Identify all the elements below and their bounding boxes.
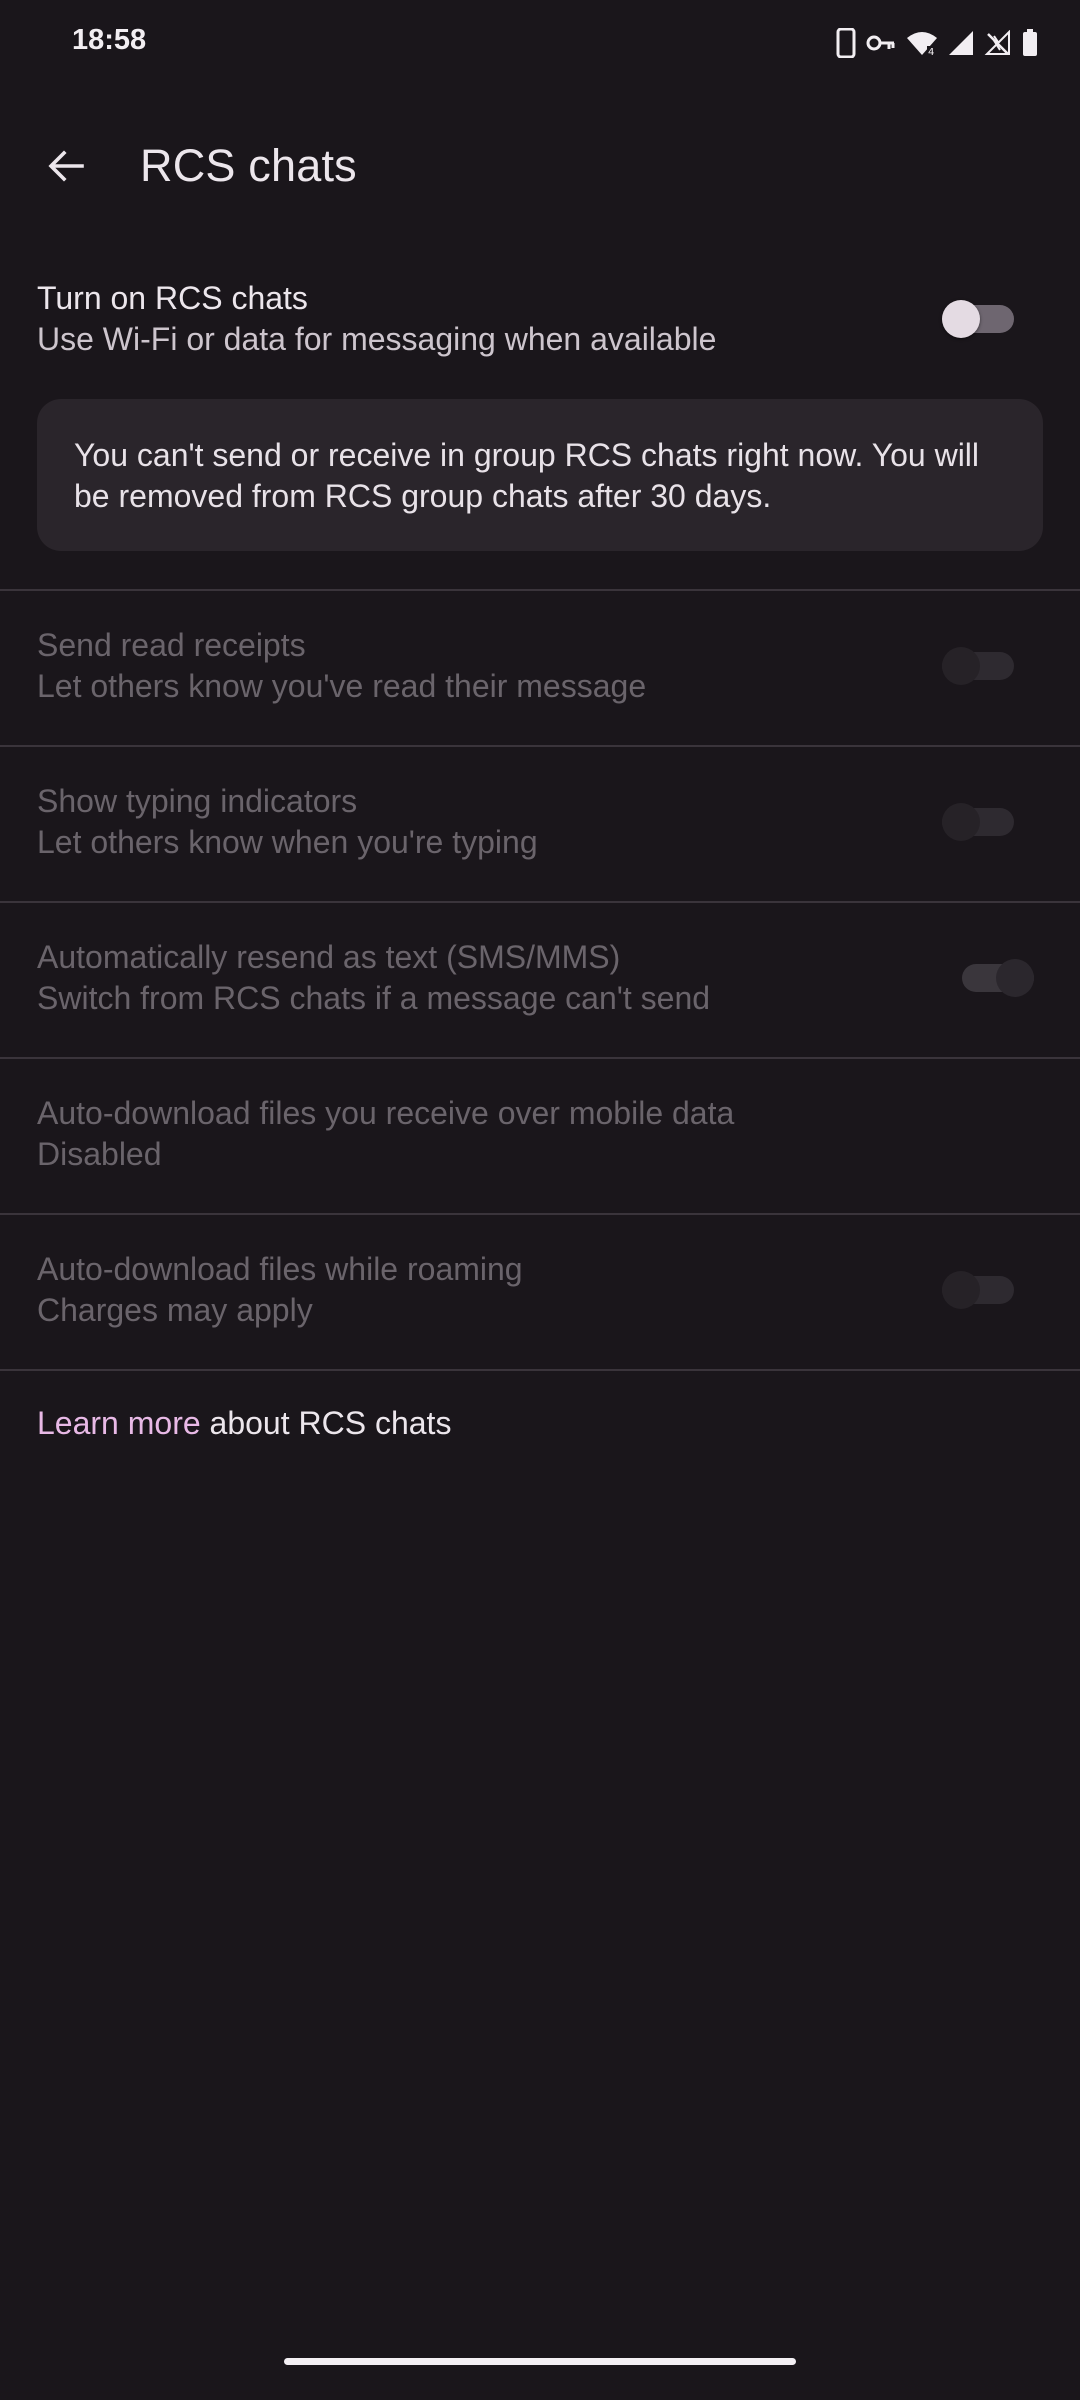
status-icons: 4 [836,26,1038,60]
svg-text:4: 4 [928,47,934,56]
setting-subtitle: Disabled [37,1136,162,1172]
divider [0,901,1080,903]
toggle-thumb [942,300,980,338]
setting-subtitle: Let others know you've read their messag… [37,668,647,704]
arrow-back-icon [46,146,86,191]
vpn-key-icon [866,33,896,53]
back-button[interactable] [28,130,104,206]
page-title: RCS chats [140,140,357,191]
toggle-thumb [942,647,980,685]
toggle-thumb [942,803,980,841]
divider [0,589,1080,591]
setting-title: Show typing indicators [37,783,358,819]
learn-more-text: Learn more about RCS chats [37,1405,451,1442]
no-signal-icon [984,30,1012,56]
roaming-toggle[interactable] [942,1271,1014,1309]
battery-icon [1022,29,1038,57]
setting-subtitle: Let others know when you're typing [37,824,538,860]
setting-turn-on-rcs[interactable]: Turn on RCS chats Use Wi-Fi or data for … [0,270,1080,376]
status-time: 18:58 [72,24,147,56]
auto-resend-toggle[interactable] [962,959,1034,997]
setting-subtitle: Use Wi-Fi or data for messaging when ava… [37,321,717,357]
setting-title: Turn on RCS chats [37,280,308,316]
setting-typing-indicators[interactable]: Show typing indicators Let others know w… [0,756,1080,901]
toggle-thumb [942,1271,980,1309]
app-bar: RCS chats [0,120,1080,216]
divider [0,1369,1080,1371]
divider [0,1057,1080,1059]
wifi-icon: 4 [906,30,938,56]
setting-subtitle: Switch from RCS chats if a message can't… [37,980,711,1016]
setting-auto-resend[interactable]: Automatically resend as text (SMS/MMS) S… [0,912,1080,1057]
setting-title: Auto-download files while roaming [37,1251,523,1287]
info-card: You can't send or receive in group RCS c… [37,399,1043,551]
screen: 18:58 4 RCS chats Turn on RCS chats Use … [0,0,1080,2400]
divider [0,745,1080,747]
divider [0,1213,1080,1215]
info-text: You can't send or receive in group RCS c… [74,437,980,514]
setting-title: Automatically resend as text (SMS/MMS) [37,939,621,975]
setting-read-receipts[interactable]: Send read receipts Let others know you'v… [0,600,1080,745]
setting-subtitle: Charges may apply [37,1292,313,1328]
typing-indicators-toggle[interactable] [942,803,1014,841]
setting-title: Send read receipts [37,627,306,663]
toggle-thumb [996,959,1034,997]
setting-auto-download-roaming[interactable]: Auto-download files while roaming Charge… [0,1224,1080,1369]
setting-auto-download-mobile[interactable]: Auto-download files you receive over mob… [0,1068,1080,1213]
home-indicator[interactable] [284,2358,796,2365]
signal-icon [948,30,974,56]
phone-icon [836,28,856,58]
rcs-toggle[interactable] [942,300,1014,338]
read-receipts-toggle[interactable] [942,647,1014,685]
setting-title: Auto-download files you receive over mob… [37,1095,735,1131]
learn-more-link[interactable]: Learn more [37,1405,201,1441]
learn-more-suffix: about RCS chats [200,1405,452,1441]
status-bar: 18:58 4 [0,0,1080,84]
